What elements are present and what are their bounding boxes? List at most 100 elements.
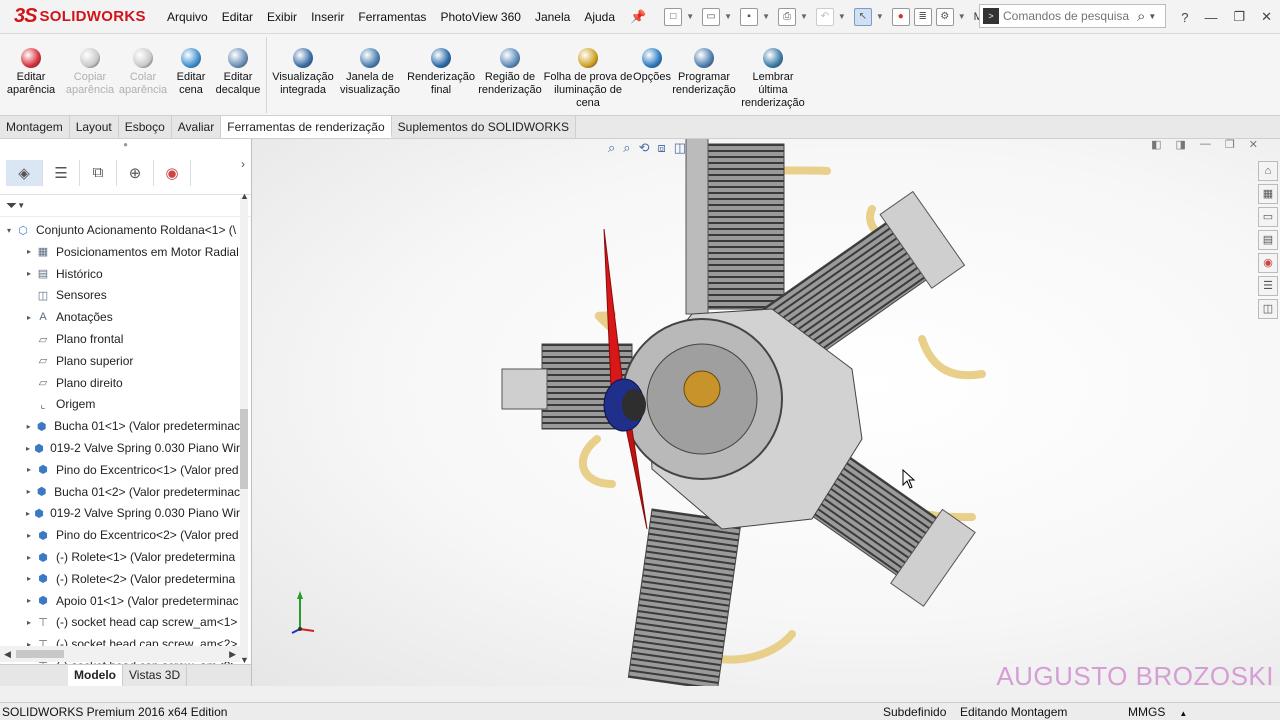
ribbon-button-3[interactable]: Editar cena: [168, 34, 214, 115]
close-icon[interactable]: ✕: [1261, 9, 1272, 25]
panel-splitter-handle[interactable]: ●: [0, 139, 251, 151]
feature-manager-tab-icon[interactable]: ◈: [6, 159, 43, 186]
tree-horizontal-scrollbar[interactable]: ◀ ▶: [0, 646, 240, 662]
tree-item[interactable]: ▸ A Anotações: [0, 306, 240, 328]
menu-0[interactable]: Arquivo: [160, 0, 215, 34]
ribbon-button-5[interactable]: Visualização integrada: [271, 34, 335, 115]
ribbon-button-6[interactable]: Janela de visualização: [335, 34, 405, 115]
tree-item[interactable]: ▸ ⬢ Pino do Excentrico<2> (Valor pred: [0, 524, 240, 546]
menu-4[interactable]: Ferramentas: [351, 0, 433, 34]
graphics-viewport[interactable]: ⌕ ⌕ ⟲ ⧈ ◫ ◐ ◈ ● ◉ ▭ ◧ ◨ — ❐ ✕ ⌂ ▦ ▭ ▤ ◉ …: [252, 139, 1280, 686]
ribbon-button-11[interactable]: Programar renderização: [671, 34, 737, 115]
expand-arrow-icon[interactable]: ▸: [24, 487, 33, 496]
configuration-manager-tab-icon[interactable]: ⧉: [80, 159, 117, 186]
menu-3[interactable]: Inserir: [304, 0, 351, 34]
tree-item[interactable]: ▸ ⬢ Bucha 01<1> (Valor predeterminac: [0, 415, 240, 437]
bottom-tab-1[interactable]: Vistas 3D: [123, 665, 188, 686]
search-icon[interactable]: ⌕: [1137, 8, 1145, 25]
scroll-right-icon[interactable]: ▶: [229, 646, 236, 662]
tree-item[interactable]: ▱ Plano frontal: [0, 328, 240, 350]
ribbon-button-0[interactable]: Editar aparência: [0, 34, 62, 115]
ribbon-button-4[interactable]: Editar decalque: [214, 34, 262, 115]
expand-arrow-icon[interactable]: ▸: [24, 422, 33, 431]
tree-item[interactable]: ▱ Plano direito: [0, 372, 240, 394]
new-document-icon[interactable]: □: [664, 7, 683, 26]
unit-system-dropdown-icon[interactable]: ▲: [1179, 709, 1187, 718]
unit-system[interactable]: MMGS ▲: [1128, 703, 1187, 720]
chevron-right-icon[interactable]: ›: [241, 157, 245, 171]
undo-icon[interactable]: ↶: [815, 7, 834, 26]
tree-scroll-thumb[interactable]: [240, 409, 248, 489]
tab-4[interactable]: Ferramentas de renderização: [221, 116, 392, 138]
scroll-up-icon[interactable]: ▲: [240, 191, 249, 201]
options-gear-icon[interactable]: ⚙: [935, 7, 954, 26]
help-icon[interactable]: ?: [1181, 10, 1188, 25]
ribbon-button-9[interactable]: Folha de prova de iluminação de cena: [543, 34, 633, 115]
display-manager-tab-icon[interactable]: ◉: [154, 159, 191, 186]
ribbon-button-1[interactable]: Copiar aparência: [62, 34, 118, 115]
expand-arrow-icon[interactable]: ▸: [24, 596, 34, 605]
command-search[interactable]: > ⌕ ▼: [979, 4, 1166, 28]
expand-arrow-icon[interactable]: ▸: [24, 444, 32, 453]
expand-arrow-icon[interactable]: ▸: [24, 509, 32, 518]
tree-item[interactable]: ▸ ⬢ (-) Rolete<2> (Valor predetermina: [0, 568, 240, 590]
tree-item[interactable]: ▸ ⬢ 019-2 Valve Spring 0.030 Piano Wir: [0, 502, 240, 524]
search-input[interactable]: [1003, 9, 1133, 23]
filter-icon[interactable]: ⏷: [6, 197, 17, 214]
tab-0[interactable]: Montagem: [0, 116, 70, 138]
ribbon-button-12[interactable]: Lembrar última renderização: [737, 34, 809, 115]
tab-1[interactable]: Layout: [69, 116, 119, 138]
tab-2[interactable]: Esboço: [118, 116, 172, 138]
dimxpert-manager-tab-icon[interactable]: ⊕: [117, 159, 154, 186]
tree-item[interactable]: ▸ ▤ Histórico: [0, 263, 240, 285]
save-icon[interactable]: ▪: [740, 7, 759, 26]
traffic-light-icon[interactable]: ●: [891, 7, 910, 26]
ribbon-button-10[interactable]: Opções: [633, 34, 671, 115]
expand-arrow-icon[interactable]: ▸: [24, 313, 34, 322]
tab-3[interactable]: Avaliar: [171, 116, 222, 138]
tree-item[interactable]: ▸ ⬢ Apoio 01<1> (Valor predeterminac: [0, 590, 240, 612]
radial-engine-model[interactable]: [252, 139, 1280, 686]
menu-1[interactable]: Editar: [215, 0, 260, 34]
ribbon-button-2[interactable]: Colar aparência: [118, 34, 168, 115]
tree-item[interactable]: ⌞ Origem: [0, 393, 240, 415]
open-icon[interactable]: ▭: [702, 7, 721, 26]
menu-7[interactable]: Ajuda: [577, 0, 622, 34]
ribbon-button-7[interactable]: Renderização final: [405, 34, 477, 115]
tree-item[interactable]: ▸ ⬢ 019-2 Valve Spring 0.030 Piano Wir: [0, 437, 240, 459]
expand-arrow-icon[interactable]: ▸: [24, 574, 34, 583]
tree-item[interactable]: ▸ ⬢ (-) Rolete<1> (Valor predetermina: [0, 546, 240, 568]
pin-menu-icon[interactable]: 📌: [630, 9, 646, 25]
tree-hscroll-thumb[interactable]: [16, 650, 64, 658]
tree-item[interactable]: ▱ Plano superior: [0, 350, 240, 372]
collapse-arrow-icon[interactable]: ▾: [4, 226, 14, 235]
expand-arrow-icon[interactable]: ▸: [24, 269, 34, 278]
menu-6[interactable]: Janela: [528, 0, 577, 34]
solidworks-logo[interactable]: 3S SOLIDWORKS: [0, 0, 160, 34]
search-dropdown-icon[interactable]: ▼: [1148, 12, 1156, 21]
tree-item[interactable]: ▸ ⬢ Pino do Excentrico<1> (Valor pred: [0, 459, 240, 481]
select-icon[interactable]: ↖: [853, 7, 872, 26]
tree-item[interactable]: ◫ Sensores: [0, 284, 240, 306]
bottom-tab-0[interactable]: Modelo: [68, 665, 123, 686]
tree-root-assembly[interactable]: ▾ ⬡ Conjunto Acionamento Roldana<1> (\: [0, 219, 240, 241]
expand-arrow-icon[interactable]: ▸: [24, 247, 34, 256]
ribbon-button-8[interactable]: Região de renderização: [477, 34, 543, 115]
menu-2[interactable]: Exibir: [260, 0, 304, 34]
tree-item[interactable]: ▸ ▦ Posicionamentos em Motor Radial: [0, 241, 240, 263]
print-icon[interactable]: ⎙: [777, 7, 796, 26]
tab-5[interactable]: Suplementos do SOLIDWORKS: [391, 116, 577, 138]
expand-arrow-icon[interactable]: ▸: [24, 465, 34, 474]
property-manager-tab-icon[interactable]: ☰: [43, 159, 80, 186]
minimize-icon[interactable]: —: [1204, 10, 1217, 25]
tree-item[interactable]: ▸ ⊤ (-) socket head cap screw_am<1>: [0, 611, 240, 633]
scroll-left-icon[interactable]: ◀: [4, 646, 11, 662]
expand-arrow-icon[interactable]: ▸: [24, 531, 34, 540]
expand-arrow-icon[interactable]: ▸: [24, 618, 34, 627]
file-properties-icon[interactable]: ≣: [913, 7, 932, 26]
tree-item[interactable]: ▸ ⬢ Bucha 01<2> (Valor predeterminac: [0, 481, 240, 503]
expand-arrow-icon[interactable]: ▸: [24, 553, 34, 562]
tree-vertical-scrollbar[interactable]: ▲ ▼: [240, 191, 249, 665]
menu-5[interactable]: PhotoView 360: [433, 0, 528, 34]
restore-icon[interactable]: ❐: [1233, 9, 1245, 25]
